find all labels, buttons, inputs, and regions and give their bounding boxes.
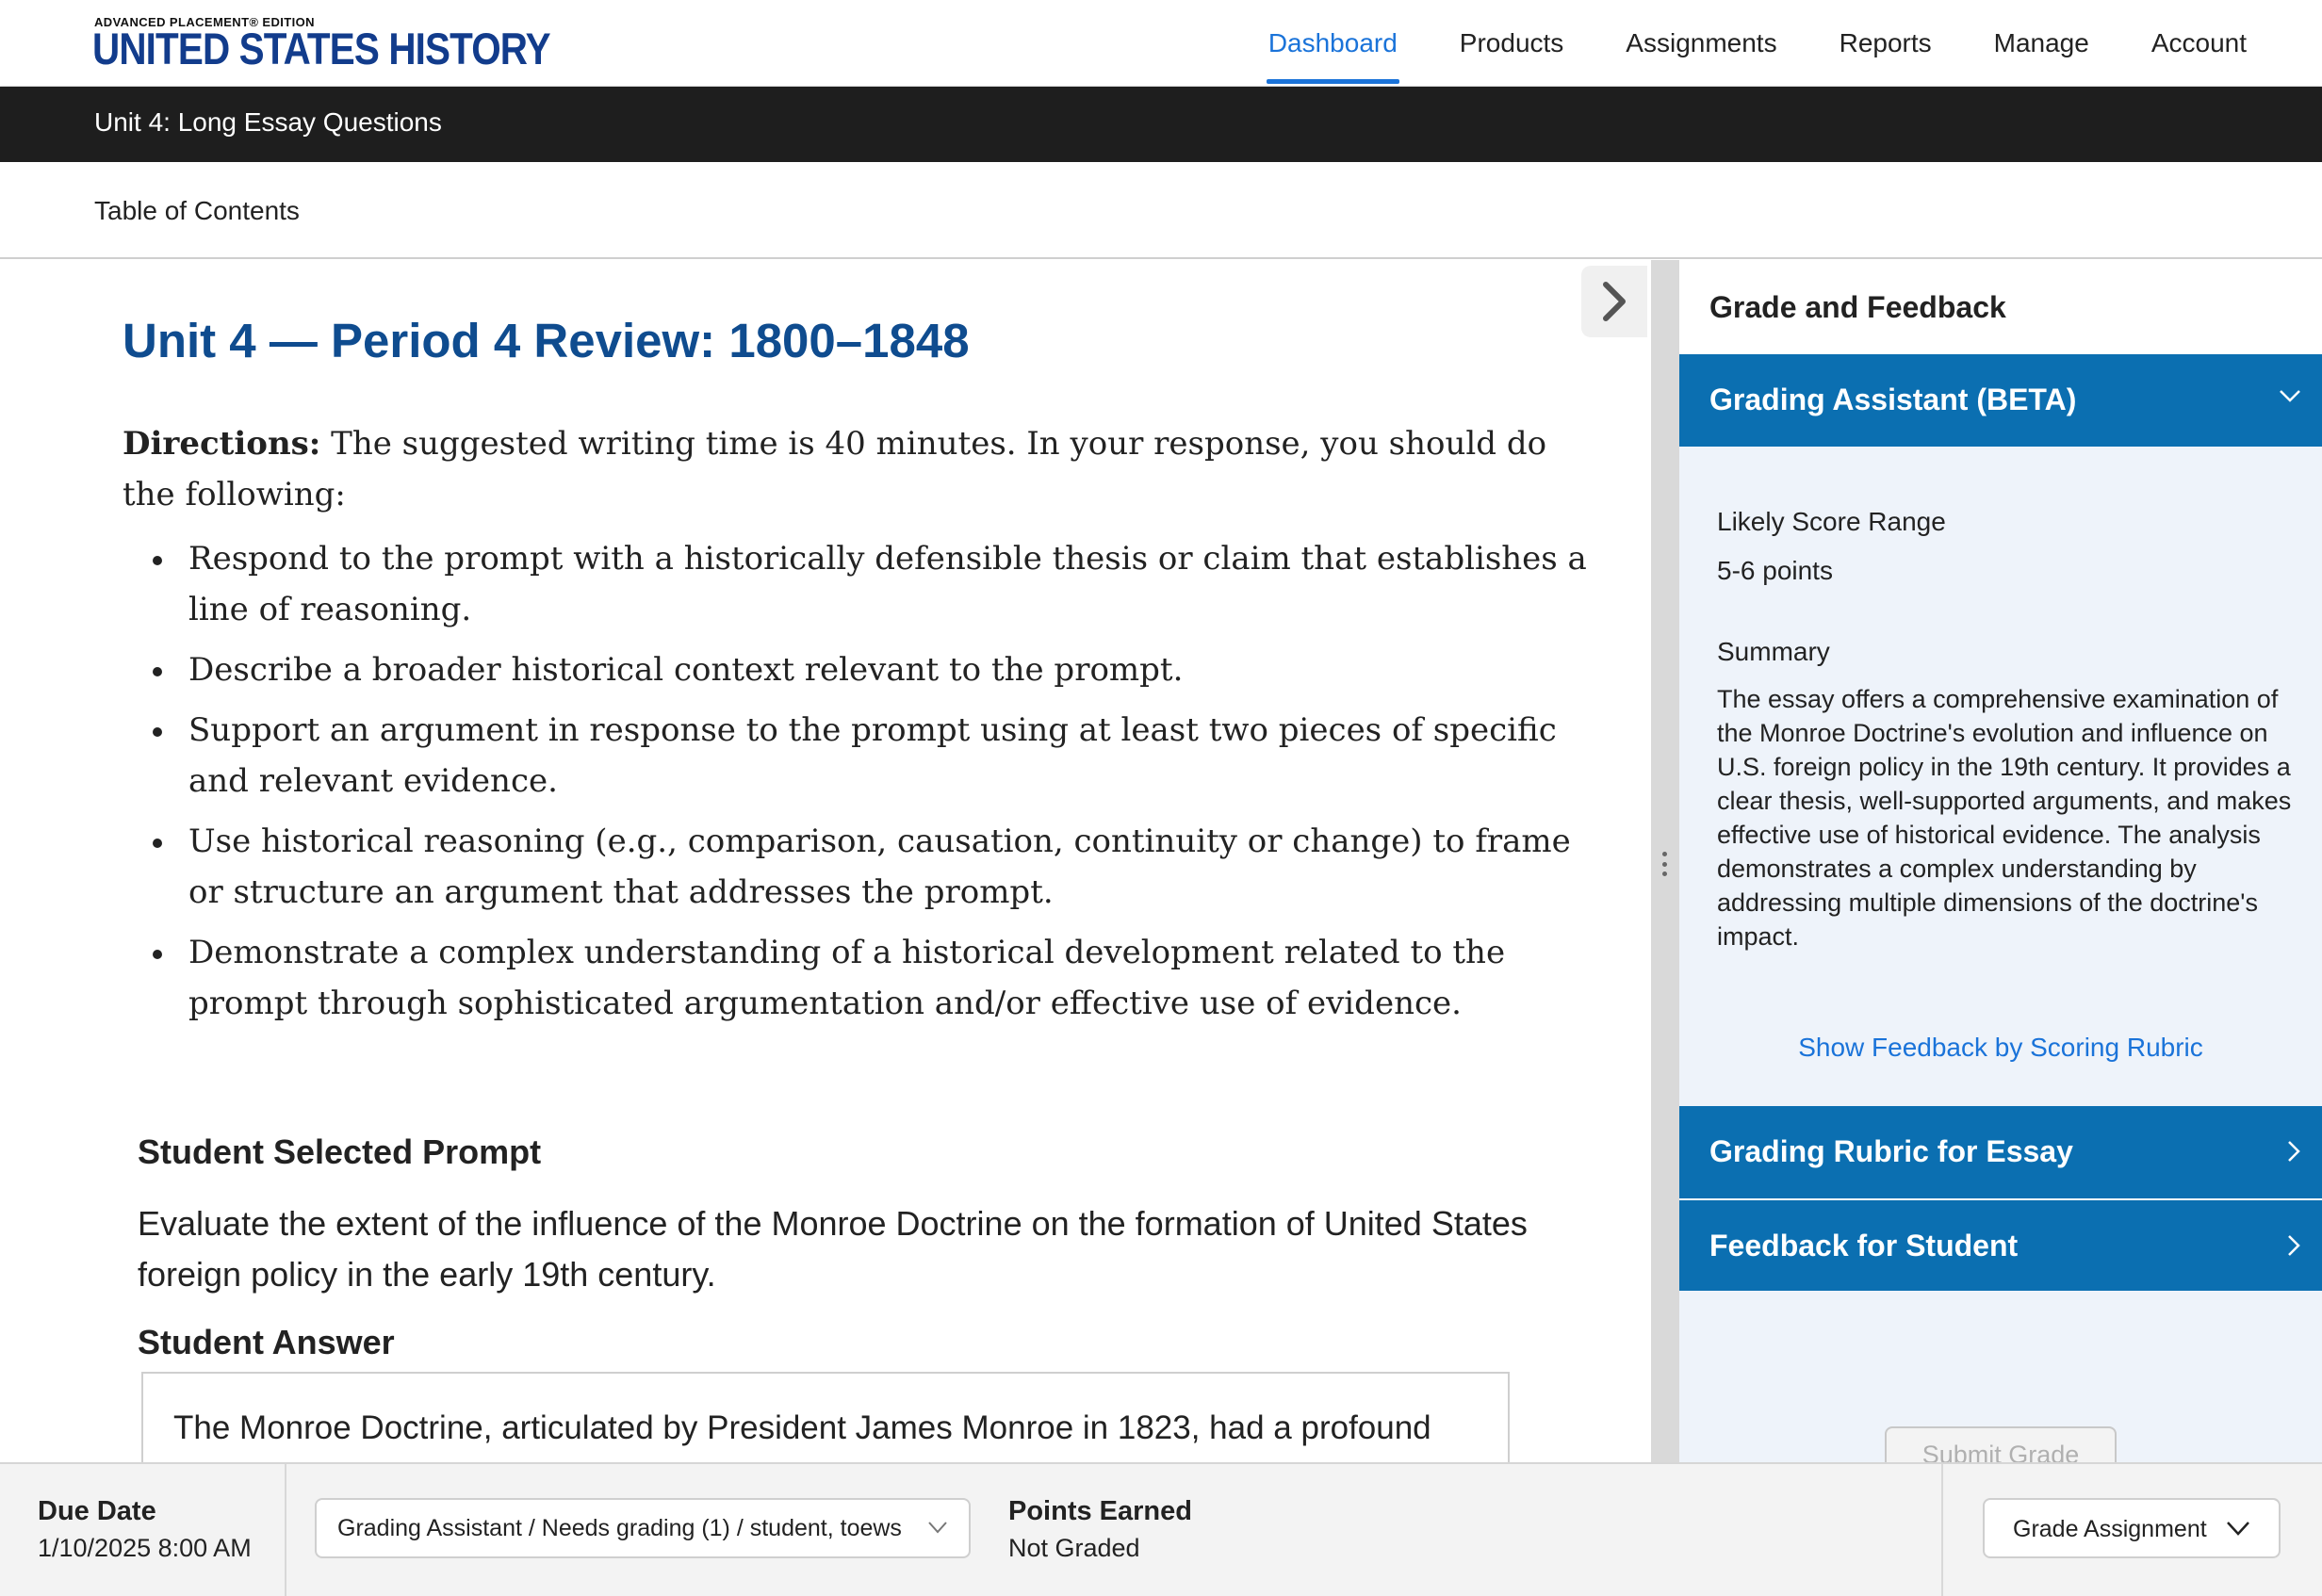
summary-text: The essay offers a comprehensive examina… [1717,685,2292,951]
nav-reports[interactable]: Reports [1840,0,1932,87]
submit-grade-button[interactable]: Submit Grade [1885,1426,2117,1462]
nav-products[interactable]: Products [1460,0,1564,87]
chevron-down-icon [928,1522,947,1534]
main-content: Unit 4 — Period 4 Review: 1800–1848 Dire… [0,260,1651,1462]
toc-bar: Table of Contents [0,162,2322,259]
student-answer-text: The Monroe Doctrine, articulated by Pres… [173,1409,1431,1446]
divider [285,1464,286,1596]
list-item: Describe a broader historical context re… [123,644,1593,695]
list-item: Respond to the prompt with a historicall… [123,533,1593,635]
grade-assignment-label: Grade Assignment [2013,1516,2207,1542]
points-earned-value: Not Graded [1008,1534,1140,1562]
feedback-student-accordion[interactable]: Feedback for Student [1679,1198,2322,1291]
grading-assistant-accordion[interactable]: Grading Assistant (BETA) [1679,354,2322,447]
nav-dashboard[interactable]: Dashboard [1266,0,1399,87]
summary-label: Summary [1717,637,1830,666]
score-range-value: 5-6 points [1717,556,1833,585]
due-date-label: Due Date [38,1496,156,1526]
list-item: Use historical reasoning (e.g., comparis… [123,816,1593,918]
grade-feedback-panel: Grade and Feedback Grading Assistant (BE… [1679,260,2322,1462]
bottom-action-bar: Due Date 1/10/2025 8:00 AM Grading Assis… [0,1462,2322,1596]
main-nav: Dashboard Products Assignments Reports M… [1266,0,2247,87]
show-feedback-link[interactable]: Show Feedback by Scoring Rubric [1679,1033,2322,1063]
table-of-contents-link[interactable]: Table of Contents [94,196,300,226]
unit-bar-title: Unit 4: Long Essay Questions [94,107,442,137]
panel-resize-handle[interactable] [1651,260,1679,1462]
grade-assignment-button[interactable]: Grade Assignment [1983,1498,2281,1558]
chevron-right-icon [2288,1141,2300,1162]
directions-list: Respond to the prompt with a historicall… [123,533,1593,1038]
list-item: Demonstrate a complex understanding of a… [123,927,1593,1029]
grading-filter-value: Grading Assistant / Needs grading (1) / … [337,1515,902,1541]
due-date-value: 1/10/2025 8:00 AM [38,1534,252,1562]
grading-rubric-accordion[interactable]: Grading Rubric for Essay [1679,1106,2322,1198]
list-item: Support an argument in response to the p… [123,705,1593,806]
divider [1941,1464,1943,1596]
panel-title: Grade and Feedback [1709,290,2006,324]
drag-handle-icon [1662,852,1668,876]
panel-header: Grade and Feedback [1679,260,2322,354]
chevron-right-icon [1603,282,1626,321]
score-range-label: Likely Score Range [1717,507,1946,536]
brand-logo-title[interactable]: UNITED STATES HISTORY [92,23,551,74]
directions-text: The suggested writing time is 40 minutes… [123,425,1547,513]
grading-assistant-title: Grading Assistant (BETA) [1709,383,2077,416]
nav-manage[interactable]: Manage [1994,0,2089,87]
grading-rubric-title: Grading Rubric for Essay [1709,1134,2073,1168]
points-earned-label: Points Earned [1008,1496,1192,1526]
unit-title-bar: Unit 4: Long Essay Questions [0,87,2322,162]
chevron-down-icon [2227,1522,2249,1536]
nav-account[interactable]: Account [2151,0,2247,87]
prompt-text: Evaluate the extent of the influence of … [138,1204,1528,1294]
chevron-down-icon [2280,390,2300,402]
feedback-student-title: Feedback for Student [1709,1229,2019,1262]
nav-assignments[interactable]: Assignments [1626,0,1776,87]
directions: Directions: The suggested writing time i… [123,418,1574,520]
student-answer-box[interactable]: The Monroe Doctrine, articulated by Pres… [141,1372,1510,1462]
chevron-right-icon [2288,1235,2300,1256]
page-title: Unit 4 — Period 4 Review: 1800–1848 [123,314,970,367]
collapse-content-button[interactable] [1581,266,1647,337]
answer-heading: Student Answer [138,1323,395,1361]
directions-label: Directions: [123,425,321,463]
prompt-heading: Student Selected Prompt [138,1132,542,1171]
grading-filter-select[interactable]: Grading Assistant / Needs grading (1) / … [315,1498,971,1558]
top-navigation-bar: ADVANCED PLACEMENT® EDITION UNITED STATE… [0,0,2322,87]
